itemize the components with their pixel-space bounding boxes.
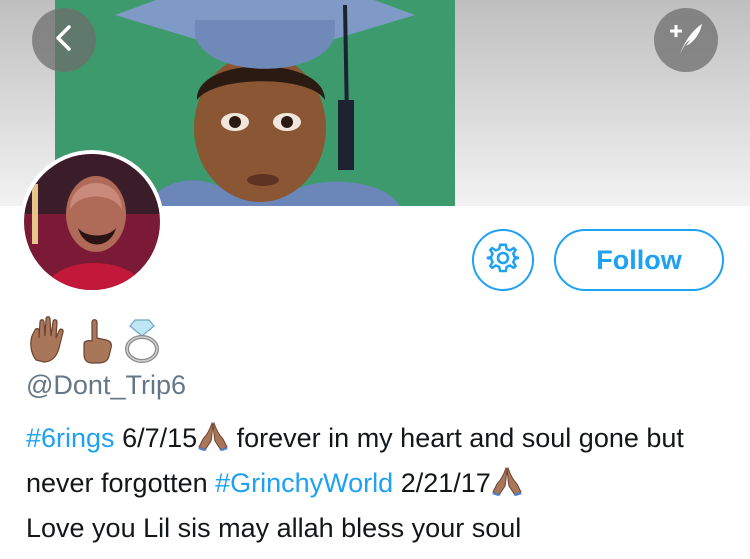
follow-button[interactable]: Follow: [554, 229, 724, 291]
profile-display-name: [26, 316, 162, 369]
back-button[interactable]: [32, 8, 96, 72]
bio-text: Love you Lil sis may allah bless your so…: [26, 513, 522, 543]
raised-hand-emoji: [26, 316, 70, 369]
folded-hands-emoji: [197, 421, 229, 463]
profile-bio: #6rings 6/7/15 forever in my heart and s…: [26, 418, 736, 549]
bio-text: 6/7/15: [114, 423, 198, 453]
compose-feather-icon: [666, 18, 706, 63]
settings-button[interactable]: [472, 229, 534, 291]
chevron-left-icon: [49, 23, 79, 58]
gear-icon: [486, 241, 520, 280]
bio-text: 2/21/17: [393, 468, 491, 498]
compose-button[interactable]: [654, 8, 718, 72]
ring-emoji: [122, 316, 162, 369]
folded-hands-emoji: [491, 466, 523, 508]
profile-handle: @Dont_Trip6: [26, 370, 186, 400]
profile-avatar[interactable]: [20, 150, 164, 294]
avatar-image: [24, 154, 160, 290]
hashtag-link[interactable]: #6rings: [26, 423, 115, 453]
pointing-up-emoji: [78, 318, 114, 369]
hashtag-link[interactable]: #GrinchyWorld: [215, 468, 393, 498]
